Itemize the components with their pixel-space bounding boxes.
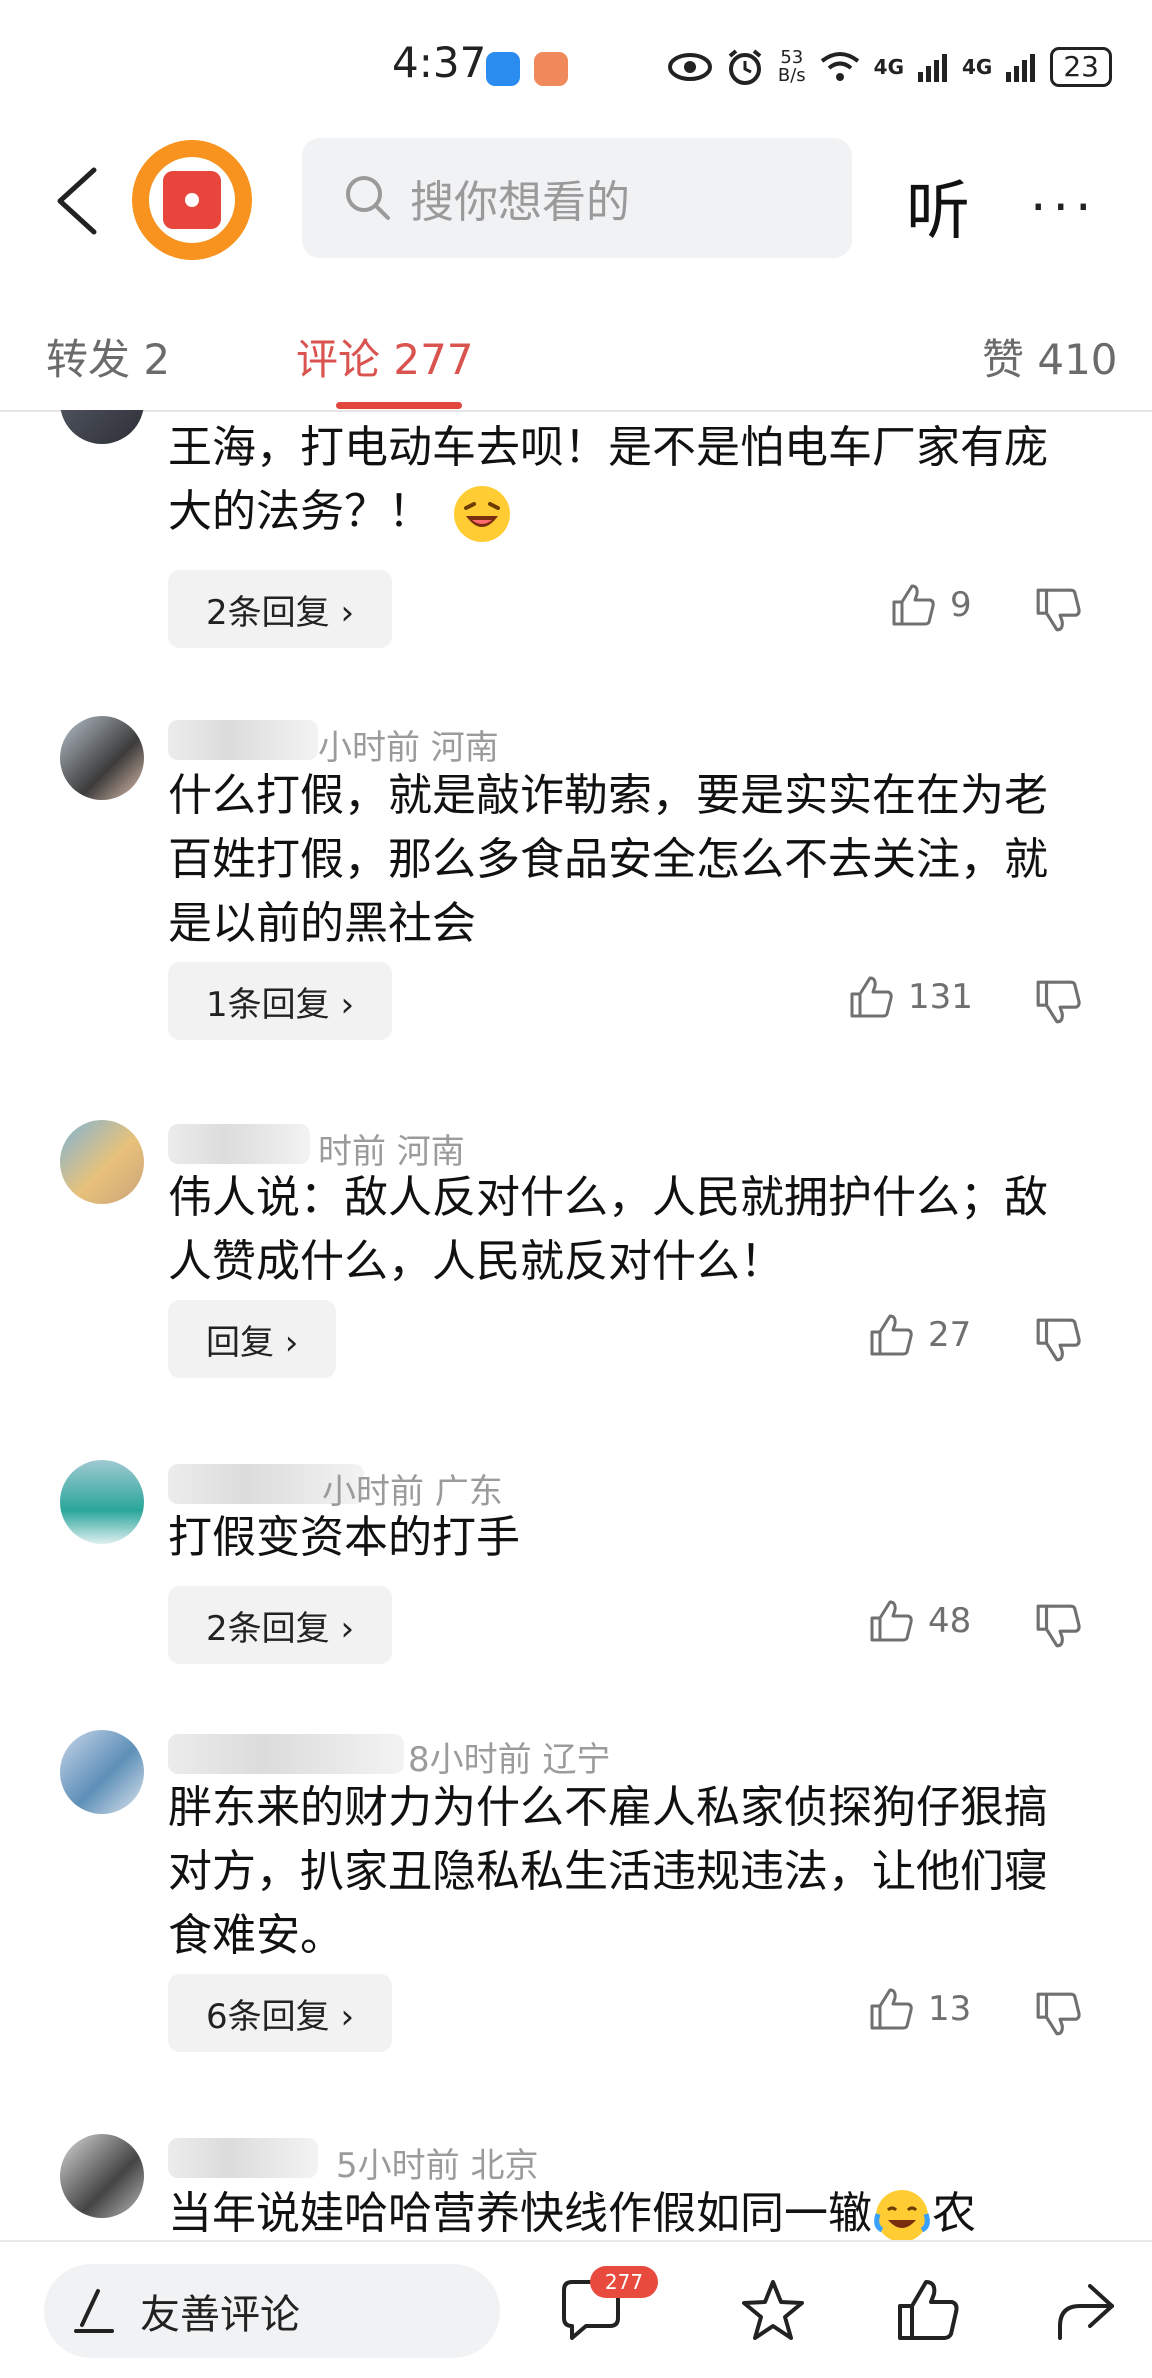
comment-input-placeholder: 友善评论 bbox=[140, 2292, 300, 2338]
like-button[interactable]: 9 bbox=[890, 582, 972, 628]
search-placeholder: 搜你想看的 bbox=[410, 177, 630, 228]
comment-meta: 8小时前 辽宁 bbox=[408, 1740, 611, 1780]
like-count: 27 bbox=[928, 1315, 972, 1355]
alarm-icon bbox=[728, 49, 762, 85]
avatar[interactable] bbox=[60, 1460, 144, 1544]
thumbs-up-icon bbox=[870, 1988, 913, 2030]
pen-icon bbox=[74, 2289, 114, 2333]
app-logo[interactable] bbox=[132, 140, 252, 260]
comment-count-badge: 277 bbox=[590, 2266, 658, 2298]
avatar[interactable] bbox=[60, 716, 144, 800]
username-blurred[interactable] bbox=[168, 1124, 310, 1164]
listen-button[interactable]: 听 bbox=[906, 160, 970, 252]
like-button[interactable]: 131 bbox=[848, 974, 973, 1020]
like-button[interactable]: 13 bbox=[868, 1986, 971, 2032]
thumbs-up-icon bbox=[850, 976, 893, 1018]
status-indicators: 53 B/s 4G 4G 23 bbox=[667, 44, 1112, 90]
username-blurred[interactable] bbox=[168, 1734, 404, 1774]
signal-icon bbox=[1006, 54, 1036, 82]
thumbs-up-icon bbox=[870, 1600, 913, 1642]
tab-comments[interactable]: 评论 277 bbox=[296, 326, 474, 387]
thumbs-up-icon bbox=[892, 584, 935, 626]
network-type-2: 4G bbox=[962, 55, 993, 79]
comment-list: 王海，打电动车去呗！是不是怕电车厂家有庞大的法务？！ 2条回复 › 9 小时前 … bbox=[0, 410, 1152, 2240]
comment-meta: 小时前 河南 bbox=[318, 728, 499, 768]
status-time: 4:37 bbox=[392, 38, 487, 87]
view-replies-button[interactable]: 回复 › bbox=[168, 1300, 337, 1378]
thumbs-up-icon[interactable] bbox=[894, 2276, 964, 2346]
tab-likes[interactable]: 赞 410 bbox=[982, 326, 1118, 387]
comment-text: 打假变资本的打手 bbox=[168, 1512, 520, 1563]
like-count: 48 bbox=[928, 1601, 972, 1641]
content-tabs: 转发 2 评论 277 赞 410 bbox=[0, 296, 1152, 412]
top-bar: 搜你想看的 听 ··· bbox=[0, 130, 1152, 270]
signal-icon bbox=[918, 54, 948, 82]
eye-icon bbox=[667, 53, 712, 81]
comment-input[interactable]: 友善评论 bbox=[44, 2264, 500, 2358]
bottom-action-bar: 友善评论 277 bbox=[0, 2240, 1152, 2378]
thumbs-down-icon[interactable] bbox=[1034, 1602, 1082, 1650]
battery-indicator: 23 bbox=[1050, 47, 1112, 87]
app-notification-icon bbox=[486, 52, 520, 86]
thumbs-down-icon[interactable] bbox=[1034, 586, 1082, 634]
laughing-emoji-icon bbox=[454, 486, 510, 542]
network-speed: 53 B/s bbox=[777, 47, 806, 86]
active-tab-indicator bbox=[336, 402, 462, 409]
share-icon[interactable] bbox=[1050, 2276, 1120, 2346]
like-button[interactable]: 48 bbox=[868, 1598, 971, 1644]
username-blurred[interactable] bbox=[168, 720, 318, 760]
comment-meta: 5小时前 北京 bbox=[336, 2146, 539, 2186]
search-bar[interactable]: 搜你想看的 bbox=[302, 138, 852, 258]
network-type-1: 4G bbox=[873, 55, 905, 79]
comment-text: 王海，打电动车去呗！是不是怕电车厂家有庞大的法务？！ bbox=[168, 416, 1088, 544]
avatar[interactable] bbox=[60, 2134, 144, 2218]
like-count: 13 bbox=[928, 1989, 972, 2029]
view-replies-button[interactable]: 2条回复 › bbox=[168, 1586, 393, 1664]
like-button[interactable]: 27 bbox=[868, 1312, 971, 1358]
thumbs-up-icon bbox=[870, 1314, 913, 1356]
avatar[interactable] bbox=[60, 1120, 144, 1204]
like-count: 131 bbox=[908, 977, 973, 1017]
avatar[interactable] bbox=[60, 1730, 144, 1814]
tab-reposts[interactable]: 转发 2 bbox=[46, 326, 170, 387]
search-icon bbox=[346, 176, 390, 220]
wifi-icon bbox=[820, 52, 859, 81]
view-replies-button[interactable]: 2条回复 › bbox=[168, 570, 393, 648]
view-replies-button[interactable]: 1条回复 › bbox=[168, 962, 393, 1040]
status-bar: 4:37 53 B/s 4G 4G 23 bbox=[0, 0, 1152, 130]
comment-text: 伟人说：敌人反对什么，人民就拥护什么；敌人赞成什么，人民就反对什么！ bbox=[168, 1172, 1048, 1287]
comment-text: 胖东来的财力为什么不雇人私家侦探狗仔狠搞对方，扒家丑隐私私生活违规违法，让他们寝… bbox=[168, 1782, 1048, 1961]
thumbs-down-icon[interactable] bbox=[1034, 1316, 1082, 1364]
crying-laughing-emoji-icon bbox=[874, 2190, 930, 2240]
comment-text: 什么打假，就是敲诈勒索，要是实实在在为老百姓打假，那么多食品安全怎么不去关注，就… bbox=[168, 770, 1048, 949]
message-notification-icon bbox=[534, 52, 568, 86]
thumbs-down-icon[interactable] bbox=[1034, 978, 1082, 1026]
thumbs-down-icon[interactable] bbox=[1034, 1990, 1082, 2038]
like-count: 9 bbox=[950, 585, 972, 625]
avatar[interactable] bbox=[60, 410, 144, 444]
comment-text: 当年说娃哈哈营养快线作假如同一辙农 bbox=[168, 2182, 1088, 2240]
username-blurred[interactable] bbox=[168, 2138, 318, 2178]
back-arrow-icon[interactable] bbox=[52, 166, 102, 236]
star-icon[interactable] bbox=[738, 2276, 808, 2346]
more-options-button[interactable]: ··· bbox=[1030, 178, 1098, 238]
view-replies-button[interactable]: 6条回复 › bbox=[168, 1974, 393, 2052]
